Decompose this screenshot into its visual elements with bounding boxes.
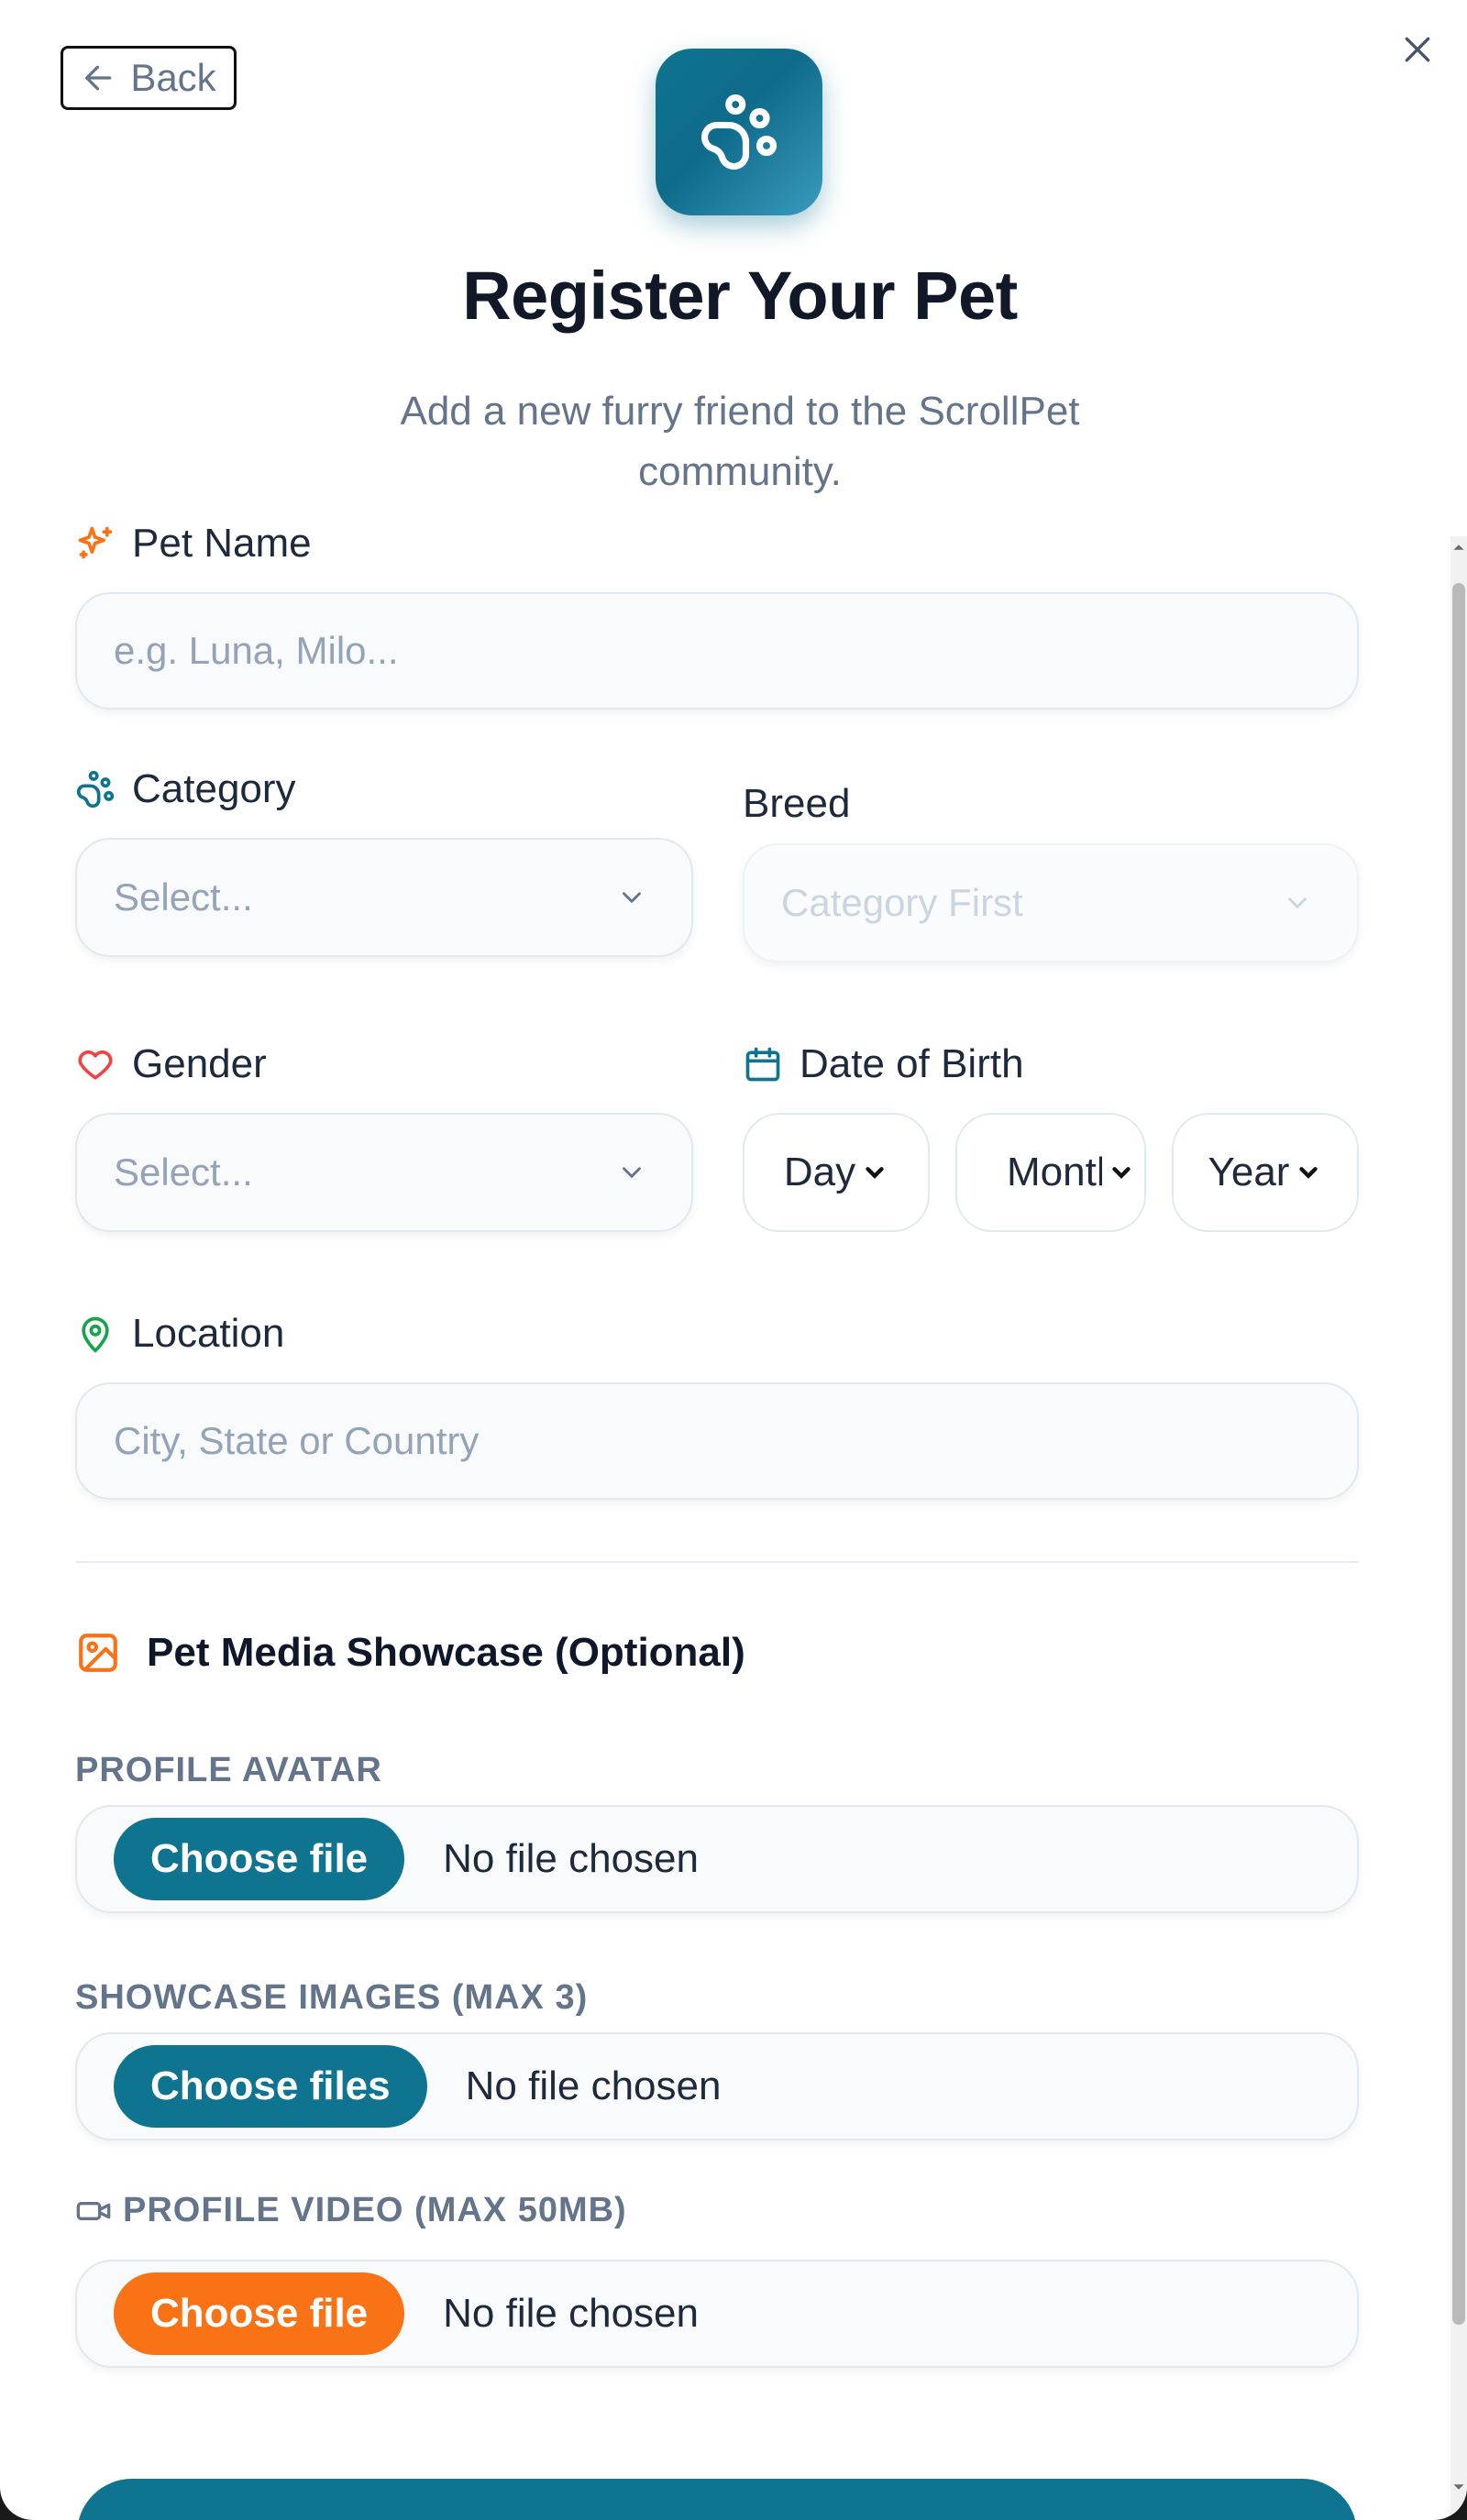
profile-avatar-choose-button[interactable]: Choose file (114, 1818, 405, 1900)
location-input[interactable]: City, State or Country (75, 1382, 1359, 1500)
dob-day-select[interactable]: Day (743, 1113, 930, 1232)
pet-name-label: Pet Name (75, 521, 312, 567)
dob-year-select[interactable]: Year (1172, 1113, 1359, 1232)
date-of-birth-label: Date of Birth (743, 1041, 1024, 1087)
chevron-down-icon (623, 1167, 641, 1179)
gender-label: Gender (75, 1041, 267, 1087)
pet-name-placeholder: e.g. Luna, Milo... (114, 629, 399, 672)
register-pet-modal: Back Register Your Pet Add a new furry f… (0, 0, 1467, 2520)
category-label: Category (75, 766, 296, 812)
back-label: Back (130, 56, 216, 99)
profile-avatar-file-input[interactable]: Choose file No file chosen (75, 1805, 1359, 1913)
paw-icon (76, 770, 115, 809)
showcase-images-status: No file chosen (465, 2063, 722, 2108)
calendar-icon (745, 1047, 780, 1082)
image-icon (79, 1634, 117, 1672)
profile-video-choose-button[interactable]: Choose file (114, 2272, 405, 2355)
dob-day-value: Day (783, 1150, 856, 1194)
sparkles-icon (78, 526, 113, 559)
dob-month-select[interactable]: Month (955, 1113, 1146, 1232)
dob-year-value: Year (1208, 1150, 1290, 1194)
chevron-down-icon (1299, 1167, 1318, 1179)
paw-icon (700, 94, 778, 171)
chevron-down-icon (623, 892, 641, 904)
profile-video-label: PROFILE VIDEO (MAX 50MB) (75, 2191, 627, 2230)
page-title: Register Your Pet (462, 258, 1018, 334)
scrollbar-thumb[interactable] (1452, 583, 1465, 2325)
showcase-images-label: SHOWCASE IMAGES (MAX 3) (75, 1978, 589, 2017)
app-logo (656, 49, 822, 215)
map-pin-icon (82, 1316, 109, 1353)
breed-value: Category First (781, 881, 1023, 924)
scroll-down-icon[interactable] (1452, 2481, 1465, 2493)
profile-avatar-label: PROFILE AVATAR (75, 1751, 382, 1789)
gender-select[interactable]: Select... (75, 1113, 693, 1232)
breed-label: Breed (743, 781, 851, 826)
profile-video-file-input[interactable]: Choose file No file chosen (75, 2260, 1359, 2368)
page-subtitle: Add a new furry friend to the ScrollPet … (400, 389, 1080, 494)
showcase-images-choose-button[interactable]: Choose files (114, 2045, 427, 2128)
chevron-down-icon (1112, 1167, 1131, 1179)
video-icon (76, 2201, 111, 2220)
chevron-down-icon (1288, 897, 1307, 909)
category-select[interactable]: Select... (75, 838, 693, 957)
profile-avatar-status: No file chosen (443, 1836, 699, 1881)
dob-month-value: Month (1007, 1150, 1102, 1194)
profile-video-status: No file chosen (443, 2291, 699, 2336)
media-section-title: Pet Media Showcase (Optional) (75, 1630, 745, 1676)
submit-button[interactable] (77, 2479, 1357, 2520)
chevron-down-icon (866, 1167, 884, 1179)
close-button[interactable] (1394, 26, 1441, 73)
arrow-left-icon (85, 65, 112, 91)
scroll-up-icon[interactable] (1452, 541, 1465, 554)
location-label: Location (75, 1311, 284, 1357)
pet-name-input[interactable]: e.g. Luna, Milo... (75, 592, 1359, 710)
close-icon (1405, 37, 1430, 62)
location-placeholder: City, State or Country (114, 1419, 480, 1462)
category-value: Select... (114, 875, 253, 919)
heart-icon (78, 1050, 113, 1080)
gender-value: Select... (114, 1150, 253, 1194)
section-divider (75, 1561, 1359, 1563)
breed-select[interactable]: Category First (743, 843, 1359, 963)
back-button[interactable]: Back (61, 46, 237, 110)
showcase-images-file-input[interactable]: Choose files No file chosen (75, 2032, 1359, 2140)
